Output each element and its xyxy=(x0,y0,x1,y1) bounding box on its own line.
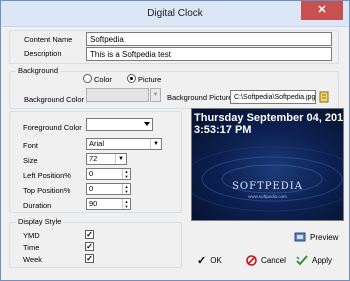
title-bar: Digital Clock ✕ xyxy=(1,1,349,27)
spinner-arrows-icon[interactable]: ▲ ▼ xyxy=(122,184,130,194)
spinner-down-icon[interactable]: ▼ xyxy=(125,174,129,179)
background-picture-path[interactable]: C:\Softpedia\Softpedia.jpg xyxy=(230,90,316,104)
check-icon: ✓ xyxy=(197,254,207,267)
content-name-input[interactable]: Softpedia xyxy=(86,32,332,46)
time-checkbox[interactable]: ✓ xyxy=(85,242,94,251)
background-group-title: Background xyxy=(16,66,61,75)
preview-brand-text: SOFTPEDIA xyxy=(232,181,303,192)
chevron-down-icon: ▼ xyxy=(150,139,161,149)
duration-label: Duration xyxy=(23,201,52,210)
week-checkbox[interactable]: ✓ xyxy=(85,254,94,263)
week-label: Week xyxy=(23,255,43,264)
font-select-value: Arial xyxy=(89,139,105,148)
spinner-down-icon[interactable]: ▼ xyxy=(125,204,129,209)
top-position-spinner[interactable]: 0 ▲ ▼ xyxy=(86,183,131,195)
size-select[interactable]: 72 ▼ xyxy=(86,153,127,165)
ymd-checkbox[interactable]: ✓ xyxy=(85,230,94,239)
apply-button-label: Apply xyxy=(312,255,333,265)
background-color-label: Background Color xyxy=(24,95,85,104)
apply-icon xyxy=(296,255,308,266)
color-radio-label: Color xyxy=(94,75,112,84)
description-input[interactable]: This is a Softpedia test xyxy=(86,47,332,61)
foreground-color-label: Foreground Color xyxy=(23,123,82,132)
cancel-button[interactable]: Cancel xyxy=(246,252,286,268)
background-color-dropdown[interactable]: ▼ xyxy=(150,88,161,102)
spinner-arrows-icon[interactable]: ▲ ▼ xyxy=(122,199,130,209)
foreground-color-picker[interactable] xyxy=(86,118,153,131)
left-position-spinner[interactable]: 0 ▲ ▼ xyxy=(86,168,131,180)
color-radio[interactable] xyxy=(83,74,92,83)
ok-button-label: OK xyxy=(210,255,222,265)
font-label: Font xyxy=(23,141,39,150)
duration-spinner[interactable]: 90 ▲ ▼ xyxy=(86,198,131,210)
font-select[interactable]: Arial ▼ xyxy=(86,138,162,150)
preview-site-text: www.softpedia.com xyxy=(248,194,287,199)
display-style-title: Display Style xyxy=(16,217,64,226)
cancel-button-label: Cancel xyxy=(261,255,286,265)
preview-time-line: 3:53:17 PM xyxy=(194,124,252,136)
preview-icon xyxy=(294,232,306,242)
ok-button[interactable]: ✓ OK xyxy=(197,252,222,268)
background-picture-label: Background Picture xyxy=(167,93,233,102)
browse-folder-icon[interactable] xyxy=(319,91,329,103)
size-label: Size xyxy=(23,156,38,165)
left-position-label: Left Position% xyxy=(23,171,71,180)
chevron-down-icon: ▼ xyxy=(115,154,126,164)
apply-button[interactable]: Apply xyxy=(296,252,332,268)
spinner-arrows-icon[interactable]: ▲ ▼ xyxy=(122,169,130,179)
picture-radio-label: Picture xyxy=(138,75,162,84)
left-position-value: 0 xyxy=(89,169,94,178)
spinner-down-icon[interactable]: ▼ xyxy=(125,189,129,194)
background-color-swatch[interactable] xyxy=(86,88,149,102)
content-name-label: Content Name xyxy=(24,35,73,44)
description-label: Description xyxy=(24,49,62,58)
size-select-value: 72 xyxy=(89,154,98,163)
time-label: Time xyxy=(23,243,40,252)
preview-button-label: Preview xyxy=(310,232,339,242)
duration-value: 90 xyxy=(89,199,98,208)
top-position-value: 0 xyxy=(89,184,94,193)
digital-clock-window: Digital Clock ✕ Content Name Softpedia D… xyxy=(0,0,350,281)
picture-radio[interactable] xyxy=(127,74,136,83)
cancel-icon xyxy=(246,254,257,266)
top-position-label: Top Position% xyxy=(23,186,71,195)
preview-button[interactable]: Preview xyxy=(294,229,338,245)
ymd-label: YMD xyxy=(23,231,40,240)
dropdown-arrow-icon xyxy=(144,122,150,126)
preview-date-line: Thursday September 04, 2014 xyxy=(194,112,344,124)
close-button[interactable]: ✕ xyxy=(301,1,343,20)
clock-preview: Thursday September 04, 2014 3:53:17 PM S… xyxy=(191,108,344,221)
window-title: Digital Clock xyxy=(147,8,203,19)
